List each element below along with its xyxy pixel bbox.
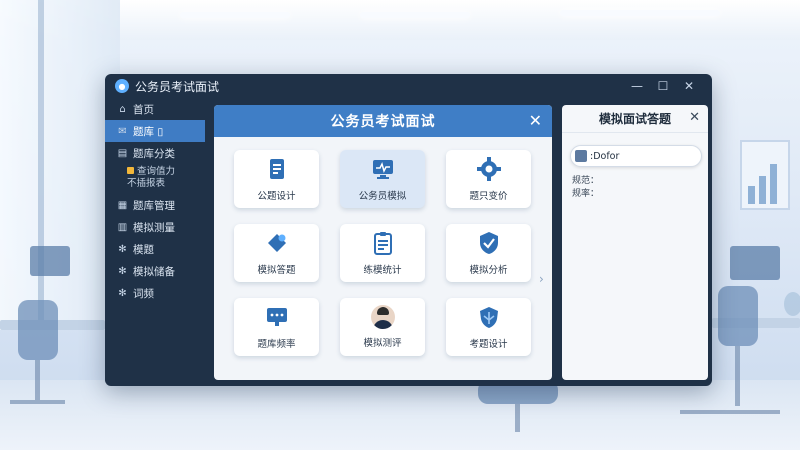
office-chair xyxy=(718,286,758,346)
chart-icon: ▥ xyxy=(117,221,128,233)
sidebar-item-categories[interactable]: ▤ 题库分类 xyxy=(105,142,205,164)
ceiling-light xyxy=(560,10,720,16)
shield-check-icon xyxy=(479,232,498,254)
maximize-button[interactable]: ☐ xyxy=(650,79,676,93)
wall-chart xyxy=(740,140,790,210)
tile-label: 练模统计 xyxy=(363,265,402,276)
sidebar-item-label: 首页 xyxy=(133,103,154,116)
ceiling-light xyxy=(360,12,470,18)
sidebar-sub-item: 不插报表 xyxy=(127,178,166,189)
panel-header: 模拟面试答题 ✕ xyxy=(562,105,708,133)
chair-leg xyxy=(515,404,520,432)
modal-title: 公务员考试面试 xyxy=(330,114,436,130)
tile-exam-design[interactable]: 考题设计 xyxy=(446,298,531,356)
office-chair xyxy=(18,300,58,360)
clipboard-icon xyxy=(373,232,392,255)
chair-base xyxy=(10,400,65,404)
sidebar-item-management[interactable]: ▦ 题库管理 xyxy=(105,194,205,216)
folder-icon: ▤ xyxy=(117,147,128,159)
shield-icon xyxy=(479,307,498,328)
panel-field-label: 规范： xyxy=(572,176,600,186)
chat-icon xyxy=(266,308,287,326)
sidebar-item-measure[interactable]: ▥ 模拟测量 xyxy=(105,216,205,238)
tile-label: 模拟测评 xyxy=(363,338,402,349)
modal-header: 公务员考试面试 ✕ xyxy=(214,105,552,137)
panel-close-button[interactable]: ✕ xyxy=(689,110,700,125)
sidebar-item-label: 词频 xyxy=(133,287,154,300)
answer-input[interactable]: :Dofor xyxy=(570,145,702,167)
sidebar-item-question-bank[interactable]: ✉ 题库 ▯ xyxy=(105,120,205,142)
tile-label: 题只变价 xyxy=(469,191,508,202)
floor xyxy=(0,380,800,450)
sidebar-item-home[interactable]: ⌂ 首页 xyxy=(105,98,205,120)
sidebar-item-questions[interactable]: ✻ 模题 xyxy=(105,238,205,260)
sidebar-sub-item: 查询值力 xyxy=(137,166,176,177)
gear-icon xyxy=(476,157,501,181)
background-monitor xyxy=(30,246,70,276)
panel-title: 模拟面试答题 xyxy=(598,112,671,126)
chair-leg xyxy=(35,360,40,400)
scroll-right-arrow[interactable]: › xyxy=(539,272,544,286)
tile-question-design[interactable]: 公题设计 xyxy=(234,150,319,208)
sidebar: ⌂ 首页 ✉ 题库 ▯ ▤ 题库分类 查询值力 不插报表 ▦ 题库管理 ▥ 模拟… xyxy=(105,98,205,386)
avatar-icon xyxy=(370,305,395,329)
settings-icon: ✻ xyxy=(118,243,127,255)
window-title: 公务员考试面试 xyxy=(135,79,220,94)
app-window: ● 公务员考试面试 — ☐ ✕ ⌂ 首页 ✉ 题库 ▯ ▤ 题库分类 查询值力 … xyxy=(105,74,712,386)
tile-question-frequency[interactable]: 题库频率 xyxy=(234,298,319,356)
chair-base xyxy=(680,410,780,414)
grid-icon: ▦ xyxy=(117,199,128,211)
sidebar-item-label: 模拟储备 xyxy=(133,265,175,278)
sidebar-item-label: 题库管理 xyxy=(133,199,175,212)
sidebar-item-label: 模题 xyxy=(133,243,154,256)
minimize-button[interactable]: — xyxy=(624,79,650,93)
window-close-button[interactable]: ✕ xyxy=(676,79,702,93)
tile-mock-evaluation[interactable]: 模拟测评 xyxy=(340,298,425,356)
sidebar-item-label: 题库 ▯ xyxy=(133,125,164,138)
gear-icon: ✻ xyxy=(118,265,127,277)
sidebar-item-label: 模拟测量 xyxy=(133,221,175,234)
office-window xyxy=(0,0,120,330)
tile-label: 模拟答题 xyxy=(257,265,296,276)
background-monitor xyxy=(730,246,780,280)
mail-icon: ✉ xyxy=(118,125,127,137)
ceiling xyxy=(0,0,800,40)
app-logo-icon: ● xyxy=(115,79,129,93)
monitor-icon xyxy=(372,160,393,179)
title-bar: ● 公务员考试面试 — ☐ ✕ xyxy=(105,74,712,98)
main-modal: 公务员考试面试 ✕ 公题设计 公务员模拟 题只变价 模拟答题 练模统计 模拟分析… xyxy=(214,105,552,380)
tile-civil-servant-mock[interactable]: 公务员模拟 xyxy=(340,150,425,208)
tile-label: 题库频率 xyxy=(257,339,296,350)
answer-input-value: :Dofor xyxy=(590,150,620,162)
tag-icon xyxy=(267,234,286,252)
answer-panel: 模拟面试答题 ✕ :Dofor 规范： 规率： xyxy=(562,105,708,380)
tile-label: 考题设计 xyxy=(469,339,508,350)
tile-price-change[interactable]: 题只变价 xyxy=(446,150,531,208)
ceiling-light xyxy=(180,12,290,18)
panel-field-label: 规率： xyxy=(572,189,600,199)
sidebar-sub-menu[interactable]: 查询值力 不插报表 xyxy=(105,164,205,194)
sidebar-item-reserve[interactable]: ✻ 模拟储备 xyxy=(105,260,205,282)
home-icon: ⌂ xyxy=(119,103,126,115)
plant xyxy=(784,292,800,316)
tile-label: 公务员模拟 xyxy=(358,191,407,202)
sidebar-item-frequency[interactable]: ✻ 词频 xyxy=(105,282,205,304)
tile-label: 公题设计 xyxy=(257,191,296,202)
chair-leg xyxy=(735,346,740,406)
tile-mock-analysis[interactable]: 模拟分析 xyxy=(446,224,531,282)
document-icon xyxy=(269,159,284,179)
input-icon xyxy=(575,150,587,162)
sidebar-item-label: 题库分类 xyxy=(133,147,175,160)
folder-small-icon xyxy=(127,167,134,174)
tile-practice-stats[interactable]: 练模统计 xyxy=(340,224,425,282)
tile-mock-answer[interactable]: 模拟答题 xyxy=(234,224,319,282)
tile-label: 模拟分析 xyxy=(469,265,508,276)
search-icon: ✻ xyxy=(118,287,127,299)
modal-close-button[interactable]: ✕ xyxy=(529,111,542,130)
